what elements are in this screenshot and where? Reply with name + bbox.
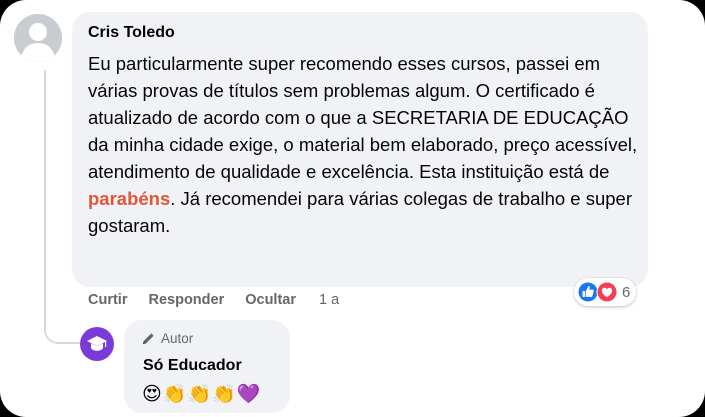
thread-line — [44, 70, 46, 324]
pen-icon — [142, 333, 154, 345]
comment-actions: Curtir Responder Ocultar 1 a — [88, 292, 339, 308]
like-button[interactable]: Curtir — [88, 292, 127, 308]
thread-branch — [44, 300, 80, 344]
reply-bubble: Autor Só Educador 😍👏👏👏💜 — [124, 320, 290, 413]
reaction-count: 6 — [622, 283, 631, 301]
reply-emoji-text: 😍👏👏👏💜 — [142, 383, 262, 405]
reply-avatar[interactable] — [80, 327, 114, 361]
comment-card: Cris Toledo Eu particularmente super rec… — [0, 0, 705, 417]
timestamp[interactable]: 1 a — [319, 292, 339, 308]
reaction-summary[interactable]: 6 — [574, 278, 637, 306]
comment-bubble: Cris Toledo Eu particularmente super rec… — [72, 12, 648, 287]
author-badge: Autor — [141, 331, 193, 346]
comment-text: Eu particularmente super recomendo esses… — [88, 50, 644, 239]
reply-author[interactable]: Só Educador — [143, 357, 242, 375]
comment-author[interactable]: Cris Toledo — [88, 24, 175, 42]
author-badge-label: Autor — [161, 331, 194, 346]
comment-text-part: Eu particularmente super recomendo esses… — [88, 53, 638, 182]
comment-text-part: . Já recomendei para várias colegas de t… — [88, 188, 633, 236]
default-avatar-icon — [14, 14, 62, 62]
user-avatar[interactable] — [14, 14, 62, 62]
mention-link[interactable]: parabéns — [88, 188, 170, 209]
hide-button[interactable]: Ocultar — [245, 292, 296, 308]
love-icon — [596, 281, 618, 303]
reply-button[interactable]: Responder — [148, 292, 224, 308]
graduation-cap-icon — [87, 336, 107, 351]
